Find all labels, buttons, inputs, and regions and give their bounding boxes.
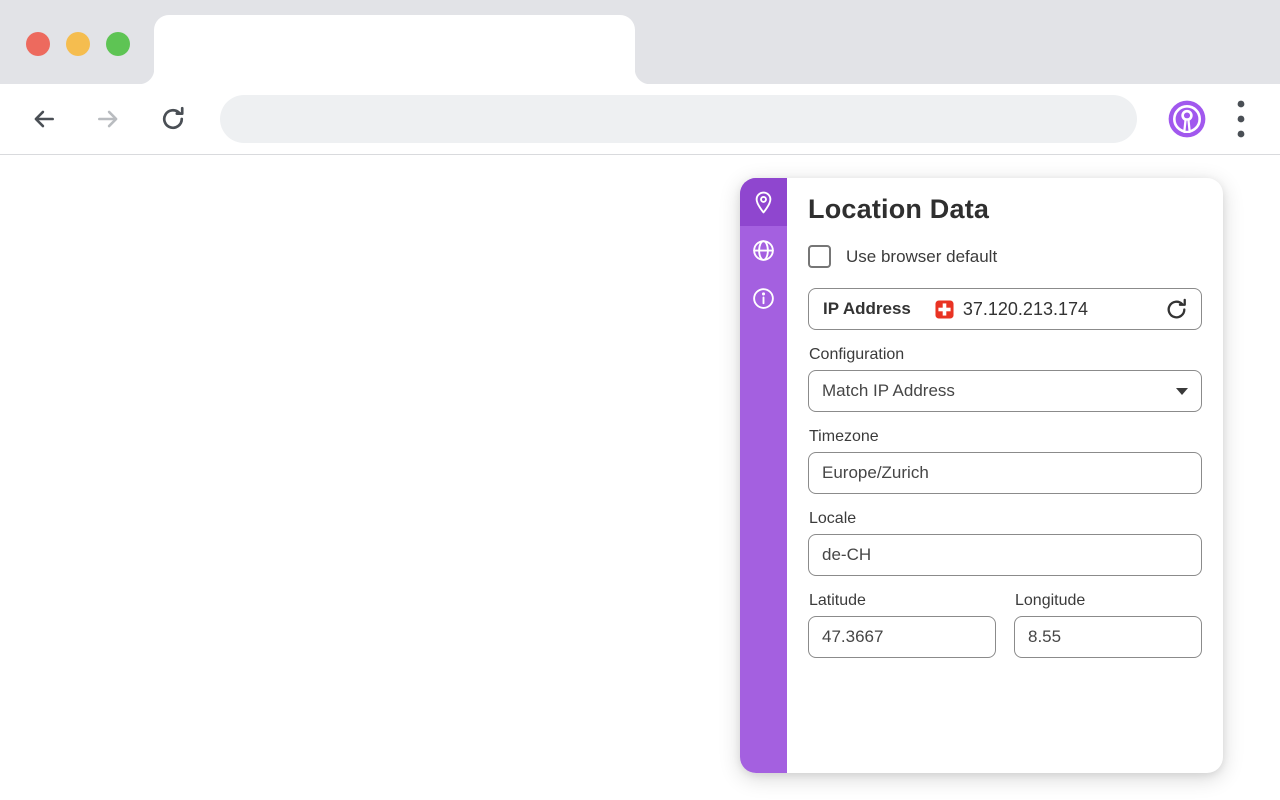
longitude-input[interactable] — [1014, 616, 1202, 658]
longitude-group: Longitude — [1014, 576, 1202, 658]
latitude-group: Latitude — [808, 576, 996, 658]
globe-icon — [751, 238, 776, 263]
page-content: Location Data Use browser default IP Add… — [0, 155, 1280, 799]
ip-address-value: 37.120.213.174 — [963, 299, 1088, 320]
sidebar-item-globe[interactable] — [740, 226, 787, 274]
sidebar-item-location[interactable] — [740, 178, 787, 226]
panel-sidebar — [740, 178, 787, 773]
browser-tab[interactable] — [154, 15, 635, 84]
refresh-icon — [1164, 297, 1189, 322]
location-extension-icon — [1166, 98, 1208, 140]
panel-title: Location Data — [808, 194, 1202, 225]
browser-titlebar — [0, 0, 1280, 84]
ip-address-label: IP Address — [823, 299, 911, 319]
extension-button[interactable] — [1166, 98, 1208, 140]
address-bar[interactable] — [220, 95, 1137, 143]
configuration-selected-value: Match IP Address — [822, 381, 955, 401]
browser-menu-button[interactable] — [1236, 98, 1246, 140]
use-browser-default-checkbox[interactable] — [808, 245, 831, 268]
location-pin-icon — [751, 190, 776, 215]
minimize-window-button[interactable] — [66, 32, 90, 56]
sidebar-item-info[interactable] — [740, 274, 787, 322]
timezone-label: Timezone — [809, 428, 1202, 446]
back-arrow-icon — [31, 106, 57, 132]
panel-body: Location Data Use browser default IP Add… — [787, 178, 1223, 773]
window-controls — [26, 32, 130, 56]
locale-label: Locale — [809, 510, 1202, 528]
info-icon — [751, 286, 776, 311]
locale-input[interactable] — [808, 534, 1202, 576]
coordinates-row: Latitude Longitude — [808, 576, 1202, 658]
maximize-window-button[interactable] — [106, 32, 130, 56]
reload-icon — [159, 105, 187, 133]
timezone-input[interactable] — [808, 452, 1202, 494]
kebab-menu-icon — [1236, 98, 1246, 140]
reload-button[interactable] — [159, 105, 187, 133]
use-browser-default-option[interactable]: Use browser default — [808, 245, 1202, 268]
browser-toolbar — [0, 84, 1280, 155]
configuration-label: Configuration — [809, 346, 1202, 364]
switzerland-flag-icon — [935, 300, 954, 319]
refresh-ip-button[interactable] — [1164, 297, 1189, 322]
configuration-select[interactable]: Match IP Address — [808, 370, 1202, 412]
ip-address-box: IP Address 37.120.213.174 — [808, 288, 1202, 330]
forward-button[interactable] — [95, 106, 121, 132]
longitude-label: Longitude — [1015, 592, 1202, 610]
latitude-label: Latitude — [809, 592, 996, 610]
latitude-input[interactable] — [808, 616, 996, 658]
chevron-down-icon — [1176, 388, 1188, 395]
back-button[interactable] — [31, 106, 57, 132]
close-window-button[interactable] — [26, 32, 50, 56]
location-data-panel: Location Data Use browser default IP Add… — [740, 178, 1223, 773]
use-browser-default-label: Use browser default — [846, 247, 997, 267]
forward-arrow-icon — [95, 106, 121, 132]
